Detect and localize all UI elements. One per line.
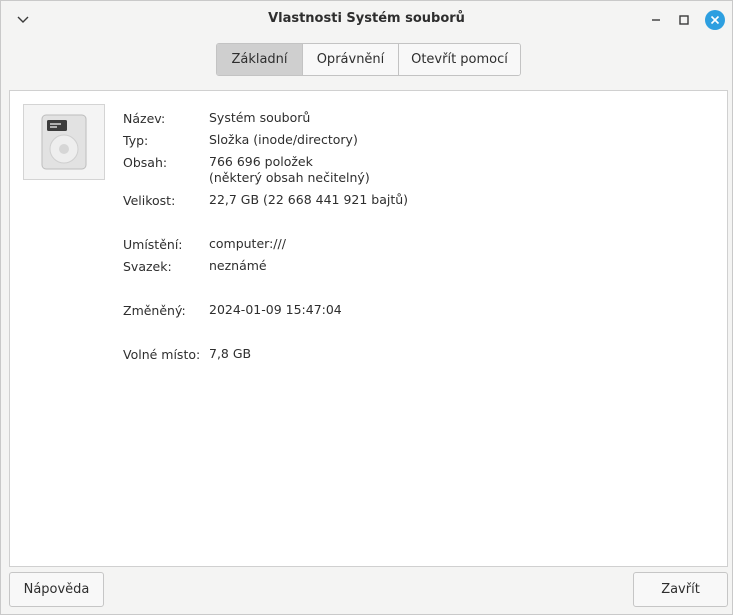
- volume-label: Svazek:: [123, 259, 172, 274]
- size-label: Velikost:: [123, 193, 176, 208]
- close-button[interactable]: Zavřít: [633, 572, 728, 607]
- tab-open-with[interactable]: Otevřít pomocí: [399, 44, 520, 75]
- free-space-value: 7,8 GB: [209, 346, 252, 361]
- maximize-icon: [679, 15, 689, 25]
- location-label: Umístění:: [123, 237, 183, 252]
- minimize-icon: [652, 19, 660, 21]
- tab-permissions[interactable]: Oprávnění: [303, 44, 399, 75]
- maximize-button[interactable]: [674, 10, 694, 30]
- harddisk-icon: [41, 114, 87, 170]
- contents-value: 766 696 položek: [209, 154, 313, 169]
- tab-basic[interactable]: Základní: [217, 44, 303, 75]
- properties-window: Vlastnosti Systém souborů Základní Opráv…: [0, 0, 733, 615]
- icon-button[interactable]: [23, 104, 105, 180]
- contents-note: (některý obsah nečitelný): [209, 170, 370, 185]
- type-label: Typ:: [123, 133, 149, 148]
- volume-value: neznámé: [209, 258, 267, 273]
- basic-properties-panel: Název: Systém souborů Typ: Složka (inode…: [9, 90, 728, 567]
- close-window-button[interactable]: [705, 10, 725, 30]
- minimize-button[interactable]: [646, 10, 666, 30]
- name-label: Název:: [123, 111, 166, 126]
- titlebar: Vlastnosti Systém souborů: [1, 1, 732, 39]
- location-value: computer:///: [209, 236, 286, 251]
- contents-label: Obsah:: [123, 155, 168, 170]
- modified-label: Změněný:: [123, 303, 186, 318]
- help-button[interactable]: Nápověda: [9, 572, 104, 607]
- modified-value: 2024-01-09 15:47:04: [209, 302, 342, 317]
- name-value[interactable]: Systém souborů: [209, 110, 310, 126]
- close-icon: [710, 15, 720, 25]
- type-value: Složka (inode/directory): [209, 132, 358, 147]
- free-space-label: Volné místo:: [123, 347, 201, 362]
- size-value: 22,7 GB (22 668 441 921 bajtů): [209, 192, 409, 207]
- tab-bar: Základní Oprávnění Otevřít pomocí: [216, 43, 521, 76]
- window-title: Vlastnosti Systém souborů: [268, 11, 465, 26]
